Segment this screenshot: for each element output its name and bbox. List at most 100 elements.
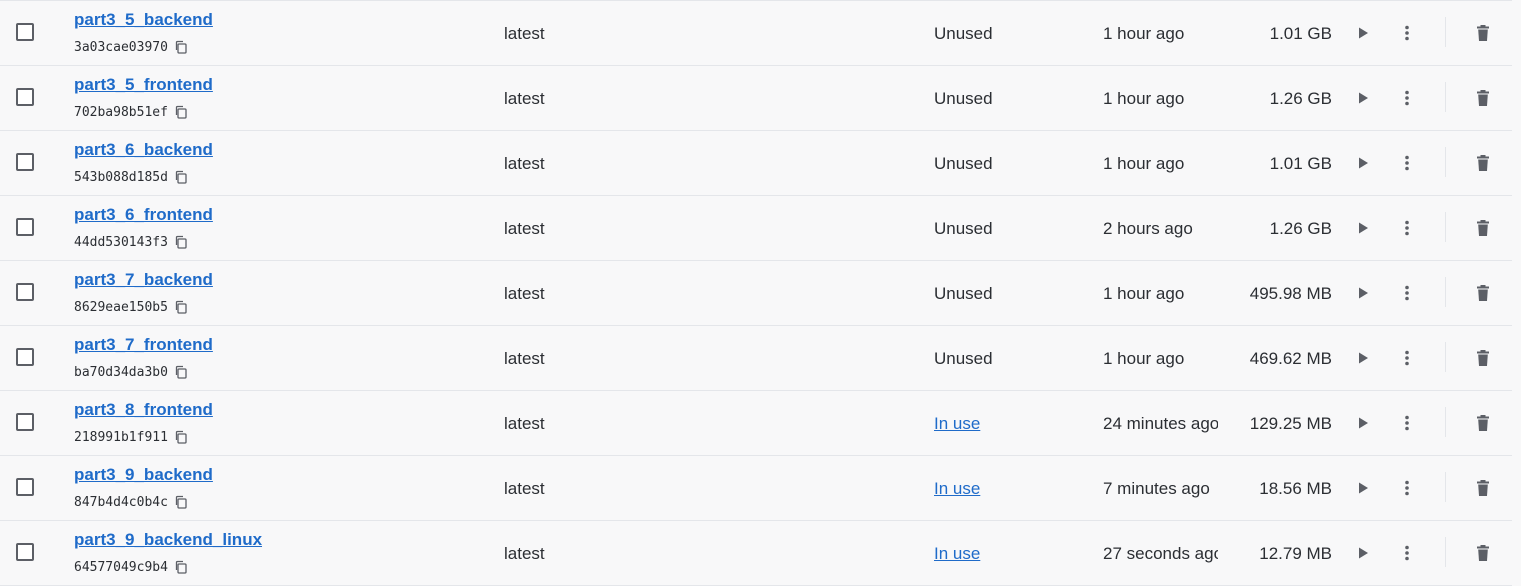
row-select-checkbox[interactable] xyxy=(16,413,34,431)
more-vertical-icon[interactable] xyxy=(1397,23,1417,43)
image-tag: latest xyxy=(504,89,545,108)
action-divider xyxy=(1445,212,1446,242)
image-tag: latest xyxy=(504,349,545,368)
image-created: 1 hour ago xyxy=(1103,154,1185,173)
more-vertical-icon[interactable] xyxy=(1397,478,1417,498)
table-row: part3_5_frontend 702ba98b51ef latest Unu… xyxy=(0,66,1512,131)
trash-icon[interactable] xyxy=(1473,88,1493,108)
action-divider xyxy=(1445,472,1446,502)
image-tag: latest xyxy=(504,479,545,498)
play-icon[interactable] xyxy=(1353,283,1373,303)
image-id-cell: 8629eae150b5 xyxy=(74,298,188,316)
action-divider xyxy=(1445,277,1446,307)
image-created: 1 hour ago xyxy=(1103,89,1185,108)
in-use-link[interactable]: In use xyxy=(934,479,980,499)
action-divider xyxy=(1445,342,1446,372)
image-tag: latest xyxy=(504,544,545,563)
row-select-checkbox[interactable] xyxy=(16,348,34,366)
row-select-checkbox[interactable] xyxy=(16,88,34,106)
image-id-cell: ba70d34da3b0 xyxy=(74,363,188,381)
copy-icon[interactable] xyxy=(174,300,188,314)
more-vertical-icon[interactable] xyxy=(1397,218,1417,238)
more-vertical-icon[interactable] xyxy=(1397,413,1417,433)
image-id: 847b4d4c0b4c xyxy=(74,494,168,510)
play-icon[interactable] xyxy=(1353,543,1373,563)
image-size: 1.26 GB xyxy=(1269,89,1332,108)
row-select-checkbox[interactable] xyxy=(16,283,34,301)
image-id: 64577049c9b4 xyxy=(74,559,168,575)
image-name-link[interactable]: part3_5_backend xyxy=(74,10,213,30)
trash-icon[interactable] xyxy=(1473,283,1493,303)
image-status: Unused xyxy=(934,284,993,303)
trash-icon[interactable] xyxy=(1473,153,1493,173)
image-id: 702ba98b51ef xyxy=(74,104,168,120)
trash-icon[interactable] xyxy=(1473,413,1493,433)
table-row: part3_9_backend 847b4d4c0b4c latest In u… xyxy=(0,456,1512,521)
image-size: 1.01 GB xyxy=(1269,24,1332,43)
copy-icon[interactable] xyxy=(174,495,188,509)
copy-icon[interactable] xyxy=(174,105,188,119)
image-name-link[interactable]: part3_6_backend xyxy=(74,140,213,160)
image-status: Unused xyxy=(934,89,993,108)
image-tag: latest xyxy=(504,219,545,238)
more-vertical-icon[interactable] xyxy=(1397,348,1417,368)
image-name-link[interactable]: part3_5_frontend xyxy=(74,75,213,95)
image-created: 24 minutes ago xyxy=(1103,414,1218,433)
image-status: Unused xyxy=(934,24,993,43)
more-vertical-icon[interactable] xyxy=(1397,283,1417,303)
in-use-link[interactable]: In use xyxy=(934,544,980,564)
images-table: part3_5_backend 3a03cae03970 latest Unus… xyxy=(0,0,1512,586)
image-status: Unused xyxy=(934,349,993,368)
row-select-checkbox[interactable] xyxy=(16,543,34,561)
image-status: Unused xyxy=(934,219,993,238)
copy-icon[interactable] xyxy=(174,430,188,444)
copy-icon[interactable] xyxy=(174,235,188,249)
row-select-checkbox[interactable] xyxy=(16,153,34,171)
trash-icon[interactable] xyxy=(1473,478,1493,498)
action-divider xyxy=(1445,407,1446,437)
copy-icon[interactable] xyxy=(174,170,188,184)
image-name-link[interactable]: part3_6_frontend xyxy=(74,205,213,225)
image-status: Unused xyxy=(934,154,993,173)
trash-icon[interactable] xyxy=(1473,23,1493,43)
play-icon[interactable] xyxy=(1353,218,1373,238)
more-vertical-icon[interactable] xyxy=(1397,153,1417,173)
action-divider xyxy=(1445,537,1446,567)
table-row: part3_7_frontend ba70d34da3b0 latest Unu… xyxy=(0,326,1512,391)
trash-icon[interactable] xyxy=(1473,348,1493,368)
image-tag: latest xyxy=(504,414,545,433)
more-vertical-icon[interactable] xyxy=(1397,88,1417,108)
play-icon[interactable] xyxy=(1353,413,1373,433)
image-name-link[interactable]: part3_9_backend_linux xyxy=(74,530,262,550)
image-name-link[interactable]: part3_7_frontend xyxy=(74,335,213,355)
image-created: 1 hour ago xyxy=(1103,284,1185,303)
image-created: 1 hour ago xyxy=(1103,349,1185,368)
copy-icon[interactable] xyxy=(174,40,188,54)
image-name-link[interactable]: part3_8_frontend xyxy=(74,400,213,420)
table-row: part3_6_frontend 44dd530143f3 latest Unu… xyxy=(0,196,1512,261)
image-size: 18.56 MB xyxy=(1259,479,1332,498)
image-size: 1.26 GB xyxy=(1269,219,1332,238)
image-name-link[interactable]: part3_7_backend xyxy=(74,270,213,290)
table-row: part3_5_backend 3a03cae03970 latest Unus… xyxy=(0,1,1512,66)
play-icon[interactable] xyxy=(1353,23,1373,43)
trash-icon[interactable] xyxy=(1473,543,1493,563)
row-select-checkbox[interactable] xyxy=(16,478,34,496)
image-name-link[interactable]: part3_9_backend xyxy=(74,465,213,485)
trash-icon[interactable] xyxy=(1473,218,1493,238)
copy-icon[interactable] xyxy=(174,365,188,379)
in-use-link[interactable]: In use xyxy=(934,414,980,434)
more-vertical-icon[interactable] xyxy=(1397,543,1417,563)
table-row: part3_6_backend 543b088d185d latest Unus… xyxy=(0,131,1512,196)
copy-icon[interactable] xyxy=(174,560,188,574)
play-icon[interactable] xyxy=(1353,88,1373,108)
play-icon[interactable] xyxy=(1353,153,1373,173)
row-select-checkbox[interactable] xyxy=(16,218,34,236)
row-select-checkbox[interactable] xyxy=(16,23,34,41)
table-row: part3_9_backend_linux 64577049c9b4 lates… xyxy=(0,521,1512,586)
image-id-cell: 64577049c9b4 xyxy=(74,558,188,576)
play-icon[interactable] xyxy=(1353,478,1373,498)
play-icon[interactable] xyxy=(1353,348,1373,368)
image-tag: latest xyxy=(504,284,545,303)
image-id-cell: 543b088d185d xyxy=(74,168,188,186)
